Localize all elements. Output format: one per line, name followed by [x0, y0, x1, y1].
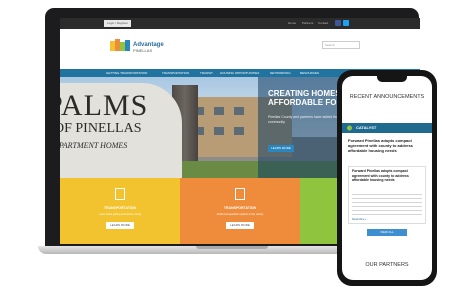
- phone-notch: [377, 76, 407, 82]
- twitter-icon[interactable]: [343, 20, 349, 26]
- nav-item-housing[interactable]: HOUSING OPPORTUNITIES: [220, 70, 259, 76]
- catalyst-banner: CATALYST: [342, 123, 432, 133]
- card-text: Public transportation options in the cou…: [216, 213, 264, 216]
- read-more-link[interactable]: Read More »: [352, 218, 366, 221]
- catalyst-logo-icon: [347, 125, 352, 131]
- sign-text-of-pinellas: OF PINELLAS: [60, 121, 142, 136]
- phone-screen: RECENT ANNOUNCEMENTS CATALYST Forward Pi…: [342, 76, 432, 280]
- search-input[interactable]: Search: [322, 41, 360, 49]
- logo-line2: PINELLAS: [133, 48, 152, 53]
- sign-text-palms: PALMS: [60, 89, 149, 122]
- laptop-notch: [196, 246, 268, 249]
- card-title: TRANSPORTATION: [103, 206, 137, 210]
- phone-mockup: RECENT ANNOUNCEMENTS CATALYST Forward Pi…: [337, 70, 437, 286]
- top-link-home[interactable]: Home: [288, 21, 296, 25]
- sign-text-apartment-homes: APARTMENT HOMES: [60, 141, 128, 150]
- announcement-headline[interactable]: Forward Pinellas adopts compact agreemen…: [348, 138, 430, 153]
- our-partners-title: OUR PARTNERS: [365, 262, 409, 268]
- card-transportation: TRANSPORTATION Public transportation opt…: [180, 178, 300, 244]
- top-bar: Login / Register Home Partners Contact: [60, 18, 420, 29]
- announcement-card[interactable]: Forward Pinellas adopts compact agreemen…: [348, 166, 426, 224]
- site-logo[interactable]: Advantage PINELLAS: [110, 35, 170, 59]
- community-sign: PALMS OF PINELLAS APARTMENT HOMES: [60, 83, 182, 178]
- hero-learn-more-button[interactable]: LEARN MORE: [268, 145, 294, 152]
- nav-item-resources[interactable]: RESOURCES: [300, 70, 319, 76]
- recent-announcements-title: RECENT ANNOUNCEMENTS: [349, 94, 425, 100]
- top-link-partners[interactable]: Partners: [302, 21, 313, 25]
- nav-item-getting-transportation[interactable]: GETTING TRANSPORTATION: [106, 70, 147, 76]
- card-learn-more-button[interactable]: LEARN MORE: [106, 222, 134, 229]
- announcement-card-headline: Forward Pinellas adopts compact agreemen…: [352, 169, 409, 182]
- card-title: TRANSPORTATION: [223, 206, 257, 210]
- announcement-card-text: [352, 191, 422, 215]
- nav-item-networking[interactable]: NETWORKING: [270, 70, 291, 76]
- bus-icon: [235, 188, 245, 200]
- card-learn-more-button[interactable]: LEARN MORE: [226, 222, 254, 229]
- header: Advantage PINELLAS Search: [60, 29, 420, 69]
- card-getting-transportation: TRANSPORTATION Learn about getting aroun…: [60, 178, 180, 244]
- card-text: Learn about getting around the county: [98, 213, 142, 216]
- top-link-contact[interactable]: Contact: [318, 21, 328, 25]
- catalyst-brand: CATALYST: [356, 125, 377, 130]
- view-all-announcements-button[interactable]: VIEW ALL ANNOUNCEMENTS: [367, 229, 407, 241]
- login-button[interactable]: Login / Register: [104, 20, 132, 27]
- car-icon: [115, 188, 125, 200]
- nav-item-transportation[interactable]: TRANSPORTATION: [162, 70, 189, 76]
- nav-item-transit[interactable]: TRANSIT: [200, 70, 213, 76]
- facebook-icon[interactable]: [335, 20, 341, 26]
